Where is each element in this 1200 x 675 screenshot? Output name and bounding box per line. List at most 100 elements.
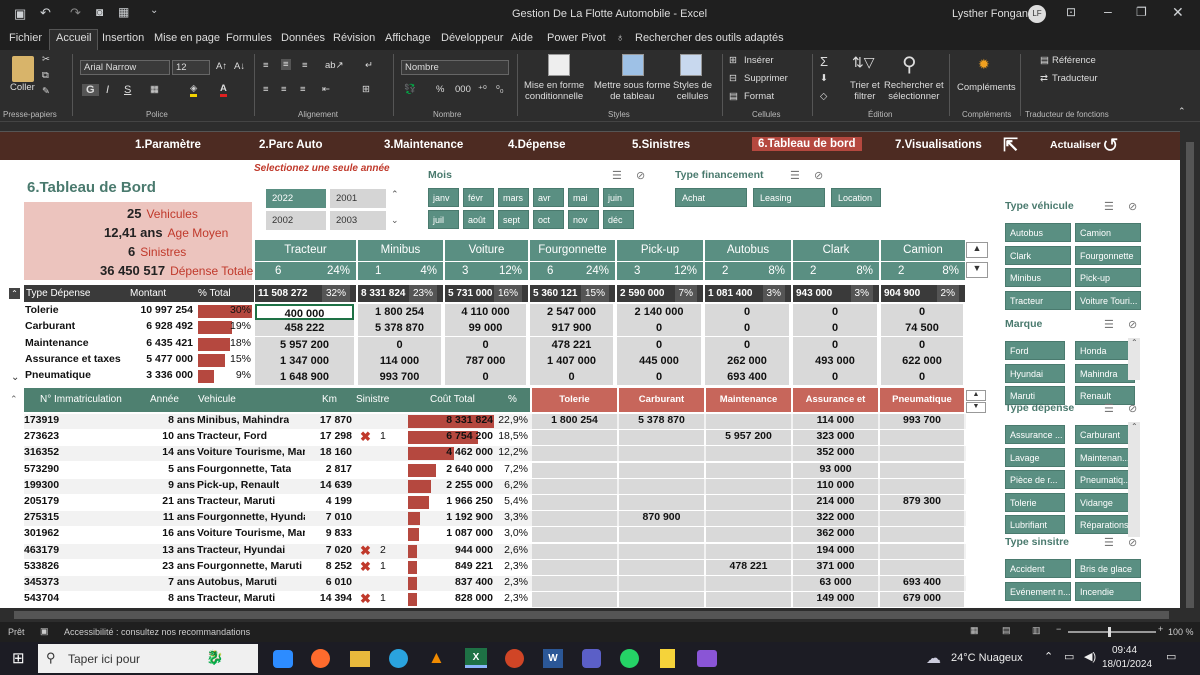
increase-decimal-icon[interactable]: ⁺⁰ [478, 84, 487, 95]
expense-cell[interactable]: 352 000 [793, 446, 878, 458]
age-cell[interactable]: 23 ans [162, 560, 195, 572]
vehicle-cell[interactable]: Autobus, Maruti [197, 576, 277, 588]
immat-cell[interactable]: 205179 [24, 495, 59, 507]
telegram-icon[interactable] [389, 649, 408, 668]
expense-value-cell[interactable]: 1 648 900 [255, 369, 354, 386]
thousands-button[interactable]: 000 [455, 84, 471, 95]
nav-parc-auto[interactable]: 2.Parc Auto [259, 139, 322, 151]
expense-value-cell[interactable]: 0 [881, 369, 963, 386]
close-icon[interactable]: ✕ [1172, 4, 1184, 21]
clear-filter-icon[interactable]: ⊘ [1128, 402, 1137, 415]
zoom-app-icon[interactable] [273, 650, 293, 668]
currency-icon[interactable]: 💱 [404, 84, 416, 95]
km-cell[interactable]: 14 639 [320, 479, 352, 491]
network-icon[interactable]: ▭ [1064, 650, 1074, 663]
year-button[interactable]: 2002 [266, 211, 326, 230]
weather-text[interactable]: 24°C Nuageux [951, 652, 1023, 664]
share-icon[interactable]: ⇱ [1003, 135, 1018, 156]
firefox-icon[interactable] [311, 649, 330, 668]
slicer-button[interactable]: Réparations [1075, 515, 1135, 534]
sort-filter-icon[interactable]: ⇅▽ [852, 54, 875, 71]
age-cell[interactable]: 16 ans [162, 527, 195, 539]
insert-button[interactable]: Insérer [744, 55, 774, 66]
clear-filter-icon[interactable]: ⊘ [1128, 200, 1137, 213]
expense-value-cell[interactable]: 0 [705, 336, 789, 353]
expense-value-cell[interactable]: 0 [705, 320, 789, 337]
km-cell[interactable]: 14 394 [320, 592, 352, 604]
powerpoint-icon[interactable] [505, 649, 524, 668]
km-cell[interactable]: 9 833 [326, 527, 352, 539]
italic-button[interactable]: I [106, 84, 109, 96]
find-select-icon[interactable]: ⚲ [902, 52, 917, 77]
expense-cell[interactable]: 879 300 [880, 495, 964, 507]
expense-value-cell[interactable]: 2 140 000 [617, 304, 701, 320]
expense-value-cell[interactable]: 0 [881, 304, 963, 320]
expense-cell[interactable]: 63 000 [793, 576, 878, 588]
slicer-button[interactable]: Hyundai [1005, 363, 1065, 383]
table-format-button[interactable]: Mettre sous forme de tableau [594, 80, 671, 102]
grow-font-icon[interactable]: A↑ [216, 61, 227, 72]
percent-button[interactable]: % [436, 84, 444, 95]
font-name-select[interactable]: Arial Narrow [80, 60, 170, 75]
expense-value-cell[interactable]: 262 000 [705, 352, 789, 369]
paste-button[interactable]: Coller [10, 82, 35, 93]
vlc-icon[interactable]: ▲ [428, 648, 445, 668]
expense-value-cell[interactable]: 0 [358, 336, 441, 353]
km-cell[interactable]: 2 817 [326, 463, 352, 475]
month-button[interactable]: mars [498, 188, 529, 207]
expense-value-cell[interactable]: 458 222 [255, 320, 354, 337]
notifications-icon[interactable]: ▭ [1166, 650, 1176, 663]
slicer-button[interactable]: Tracteur [1005, 290, 1071, 310]
conditional-format-button[interactable]: Mise en forme conditionnelle [524, 80, 584, 102]
undo-icon[interactable]: ↶ [40, 5, 51, 21]
taskbar-search[interactable]: ⚲ Taper ici pour 🐉 [38, 644, 258, 673]
expense-value-cell[interactable]: 622 000 [881, 352, 963, 369]
immat-cell[interactable]: 301962 [24, 527, 59, 539]
expense-value-cell[interactable]: 74 500 [881, 320, 963, 337]
vehicle-cell[interactable]: Fourgonnette, Tata [197, 463, 291, 475]
teams-icon[interactable] [582, 649, 601, 668]
month-button[interactable]: oct [533, 210, 564, 229]
cost-cell[interactable]: 849 221 [455, 560, 493, 572]
align-middle-icon[interactable]: ≡ [281, 59, 291, 70]
tab-power-pivot[interactable]: Power Pivot [547, 32, 606, 44]
nav-sinistres[interactable]: 5.Sinistres [632, 139, 690, 151]
pct-cell[interactable]: 18,5% [498, 430, 528, 442]
vehicle-cell[interactable]: Pick-up, Renault [197, 479, 279, 491]
slicer-button[interactable]: Autobus [1005, 223, 1071, 242]
reference-icon[interactable]: ▤ [1040, 55, 1049, 66]
font-color-icon[interactable]: A [220, 83, 227, 97]
immat-cell[interactable]: 533826 [24, 560, 59, 572]
claim-count[interactable]: 1 [380, 592, 386, 604]
claim-count[interactable]: 2 [380, 544, 386, 556]
indent-icon[interactable]: ⇤ [322, 84, 330, 95]
expand-icon[interactable]: ⌄ [11, 372, 19, 383]
clear-icon[interactable]: ◇ [820, 91, 827, 102]
vehicle-cell[interactable]: Voiture Tourisme, Marut [197, 527, 305, 539]
pct-cell[interactable]: 2,3% [504, 592, 528, 604]
vehicle-cell[interactable]: Minibus, Mahindra [197, 414, 289, 426]
addins-button[interactable]: Compléments [957, 82, 1016, 93]
immat-cell[interactable]: 173919 [24, 414, 59, 426]
cost-cell[interactable]: 1 966 250 [446, 495, 493, 507]
expense-value-cell[interactable]: 0 [793, 336, 877, 353]
expense-value-cell[interactable]: 0 [617, 320, 701, 337]
immat-cell[interactable]: 199300 [24, 479, 59, 491]
scroll-down-button[interactable]: ▼ [966, 262, 988, 278]
expense-cell[interactable]: 478 221 [706, 560, 791, 572]
month-button[interactable]: déc [603, 210, 634, 229]
scroll-up-button[interactable]: ▲ [966, 242, 988, 258]
delete-button[interactable]: Supprimer [744, 73, 788, 84]
tray-chevron-icon[interactable]: ⌃ [1044, 650, 1053, 663]
volume-icon[interactable]: ◀) [1084, 650, 1096, 663]
orientation-icon[interactable]: ab↗ [325, 60, 344, 71]
expense-value-cell[interactable]: 1 407 000 [530, 352, 613, 369]
align-right-icon[interactable]: ≡ [300, 84, 306, 95]
save-icon[interactable]: ▣ [14, 6, 26, 22]
scroll-up-icon[interactable]: ⌃ [1131, 422, 1138, 431]
age-cell[interactable]: 7 ans [168, 576, 195, 588]
clock-time[interactable]: 09:44 [1112, 645, 1137, 656]
expense-cell[interactable]: 322 000 [793, 511, 878, 523]
expense-value-cell[interactable]: 0 [793, 369, 877, 386]
pct-cell[interactable]: 12,2% [498, 446, 528, 458]
